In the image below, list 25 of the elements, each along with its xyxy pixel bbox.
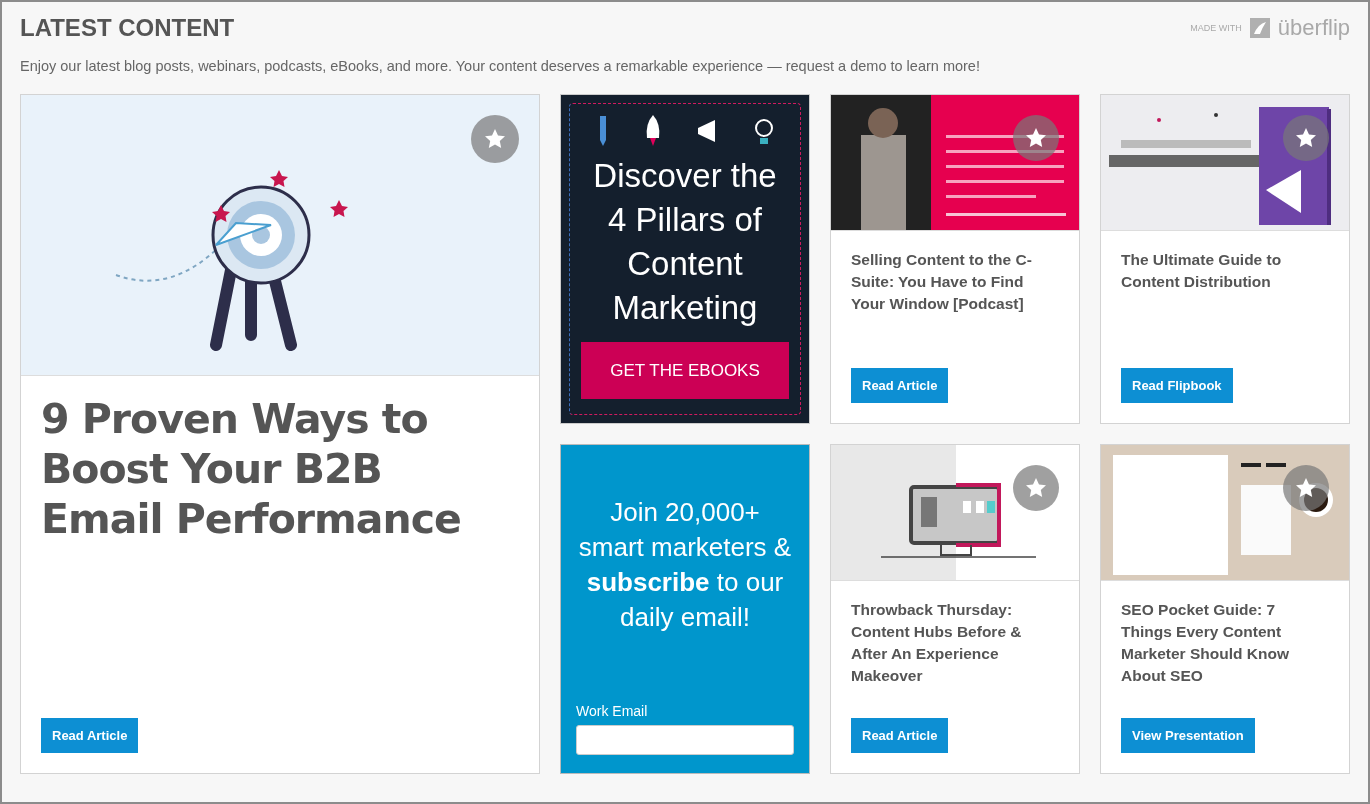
article-title: Selling Content to the C-Suite: You Have to Find Your Window [Podcast]: [851, 250, 1033, 314]
star-icon: [1294, 126, 1318, 150]
read-button[interactable]: Read Article: [41, 718, 139, 753]
star-icon: [1294, 476, 1318, 500]
email-input-field[interactable]: [576, 725, 794, 755]
article-title: SEO Pocket Guide: 7 Things Every Content Marketer Should Know About SEO: [1121, 600, 1290, 686]
made-with-label: MADE WITH: [1190, 23, 1242, 33]
subscribe-heading: Join 20,000+ smart marketers & subscribe to our daily email!: [577, 496, 793, 634]
read-button[interactable]: Read Article: [851, 368, 949, 403]
page-title: LATEST CONTENT: [20, 14, 235, 42]
get-ebooks-button[interactable]: GET THE EBOOKS: [581, 342, 789, 399]
read-button[interactable]: View Presentation: [1121, 718, 1255, 753]
star-icon: [483, 127, 507, 151]
article-title: The Ultimate Guide to Content Distribution: [1121, 250, 1283, 292]
article-title: 9 Proven Ways to Boost Your B2B Email Performance: [41, 394, 462, 544]
read-button[interactable]: Read Flipbook: [1121, 368, 1233, 403]
article-title: Throwback Thursday: Content Hubs Before & After An Experience Makeover: [851, 600, 1023, 686]
field-label: Work Email: [576, 703, 649, 719]
promo-heading: Discover the 4 Pillars of Content Marketing: [592, 156, 778, 328]
brand-name: überflip: [1277, 15, 1350, 41]
page-description: Enjoy our latest blog posts, webinars, podcasts, eBooks, and more. Your content deserves a remarkable experience — request a demo to learn more!: [19, 57, 981, 74]
star-icon: [1024, 126, 1048, 150]
logo-icon: [1249, 18, 1270, 38]
star-icon: [1024, 476, 1048, 500]
read-button[interactable]: Read Article: [851, 718, 949, 753]
